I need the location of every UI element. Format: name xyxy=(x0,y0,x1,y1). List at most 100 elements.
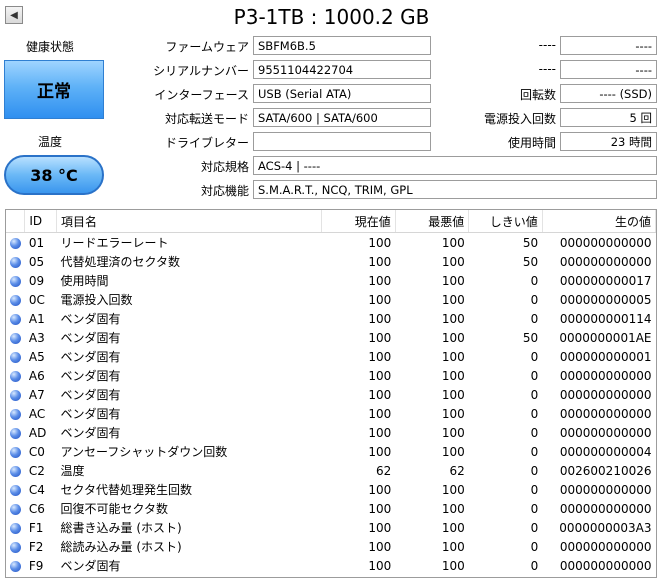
status-good-icon xyxy=(9,503,21,515)
power-hours-label: 使用時間 xyxy=(507,136,556,150)
threshold-cell: 0 xyxy=(530,501,539,516)
raw-cell: 000000000000 xyxy=(559,235,652,250)
id-cell: F1 xyxy=(28,520,44,535)
status-cell xyxy=(6,290,25,309)
status-cell xyxy=(6,423,25,442)
raw-cell: 000000000000 xyxy=(559,482,652,497)
status-good-icon xyxy=(9,294,21,306)
name-cell: ベンダ固有 xyxy=(60,388,121,402)
threshold-cell: 0 xyxy=(530,292,539,307)
table-row[interactable]: F9 ベンダ固有 100 100 0 000000000000 xyxy=(6,556,656,575)
name-cell: 総書き込み量 (ホスト) xyxy=(60,521,182,535)
raw-cell: 000000000000 xyxy=(559,501,652,516)
current-cell: 100 xyxy=(368,482,392,497)
status-good-icon xyxy=(9,256,21,268)
status-good-icon xyxy=(9,370,21,382)
id-cell: C6 xyxy=(28,501,45,516)
header-id[interactable]: ID xyxy=(24,210,57,233)
table-row[interactable]: A3 ベンダ固有 100 100 50 0000000001AE xyxy=(6,328,656,347)
name-cell: ベンダ固有 xyxy=(60,426,121,440)
raw-cell: 000000000005 xyxy=(559,292,652,307)
raw-cell: 000000000000 xyxy=(559,425,652,440)
threshold-cell: 0 xyxy=(530,539,539,554)
table-row[interactable]: C4 セクタ代替処理発生回数 100 100 0 000000000000 xyxy=(6,480,656,499)
status-cell xyxy=(6,309,25,328)
health-status-text: 正常 xyxy=(37,82,71,102)
table-row[interactable]: 09 使用時間 100 100 0 000000000017 xyxy=(6,271,656,290)
id-cell: F9 xyxy=(28,558,44,573)
status-good-icon xyxy=(9,408,21,420)
status-cell xyxy=(6,480,25,499)
raw-cell: 000000000001 xyxy=(559,349,652,364)
temperature-badge[interactable]: 38 °C xyxy=(4,155,104,195)
id-cell: C2 xyxy=(28,463,45,478)
worst-cell: 100 xyxy=(441,349,465,364)
table-row[interactable]: 01 リードエラーレート 100 100 50 000000000000 xyxy=(6,233,656,253)
table-row[interactable]: C2 温度 62 62 0 002600210026 xyxy=(6,461,656,480)
worst-cell: 100 xyxy=(441,482,465,497)
status-good-icon xyxy=(9,351,21,363)
smart-table-body: 01 リードエラーレート 100 100 50 000000000000 05 代替処理済のセ… xyxy=(6,233,656,576)
power-count-field: 5 回 xyxy=(560,108,657,127)
header-name[interactable]: 項目名 xyxy=(56,210,323,233)
table-row[interactable]: AD ベンダ固有 100 100 0 000000000000 xyxy=(6,423,656,442)
threshold-cell: 0 xyxy=(530,273,539,288)
table-row[interactable]: C6 回復不可能セクタ数 100 100 0 000000000000 xyxy=(6,499,656,518)
table-row[interactable]: C0 アンセーフシャットダウン回数 100 100 0 000000000004 xyxy=(6,442,656,461)
status-cell xyxy=(6,271,25,290)
transfer-mode-field: SATA/600 | SATA/600 xyxy=(253,108,431,127)
name-cell: セクタ代替処理発生回数 xyxy=(60,483,193,497)
worst-cell: 62 xyxy=(449,463,465,478)
id-cell: A3 xyxy=(28,330,45,345)
standard-field: ACS-4 | ---- xyxy=(253,156,657,175)
serial-label: シリアルナンバー xyxy=(153,64,249,78)
table-row[interactable]: 0C 電源投入回数 100 100 0 000000000005 xyxy=(6,290,656,309)
unused-field-2: ---- xyxy=(560,60,657,79)
unused-label-1: ---- xyxy=(538,38,556,52)
table-row[interactable]: AC ベンダ固有 100 100 0 000000000000 xyxy=(6,404,656,423)
table-row[interactable]: F2 総読み込み量 (ホスト) 100 100 0 000000000000 xyxy=(6,537,656,556)
raw-cell: 000000000114 xyxy=(559,311,652,326)
worst-cell: 100 xyxy=(441,235,465,250)
current-cell: 100 xyxy=(368,273,392,288)
table-row[interactable]: A5 ベンダ固有 100 100 0 000000000001 xyxy=(6,347,656,366)
header-status[interactable] xyxy=(6,210,26,233)
status-good-icon xyxy=(9,275,21,287)
status-cell xyxy=(6,499,25,518)
threshold-cell: 0 xyxy=(530,387,539,402)
current-cell: 100 xyxy=(368,444,392,459)
table-row[interactable]: F1 総書き込み量 (ホスト) 100 100 0 0000000003A3 xyxy=(6,518,656,537)
health-status-button[interactable]: 正常 xyxy=(4,60,104,119)
status-good-icon xyxy=(9,560,21,572)
table-row[interactable]: 05 代替処理済のセクタ数 100 100 50 000000000000 xyxy=(6,252,656,271)
table-row[interactable]: A6 ベンダ固有 100 100 0 000000000000 xyxy=(6,366,656,385)
status-cell xyxy=(6,442,25,461)
current-cell: 100 xyxy=(368,292,392,307)
worst-cell: 100 xyxy=(441,368,465,383)
worst-cell: 100 xyxy=(441,254,465,269)
rotation-label: 回転数 xyxy=(519,88,556,102)
header-worst[interactable]: 最悪値 xyxy=(395,210,470,233)
threshold-cell: 0 xyxy=(530,444,539,459)
raw-cell: 000000000000 xyxy=(559,387,652,402)
table-row[interactable]: A7 ベンダ固有 100 100 0 000000000000 xyxy=(6,385,656,404)
worst-cell: 100 xyxy=(441,558,465,573)
worst-cell: 100 xyxy=(441,425,465,440)
table-row[interactable]: A1 ベンダ固有 100 100 0 000000000114 xyxy=(6,309,656,328)
threshold-cell: 50 xyxy=(522,254,539,269)
header-current[interactable]: 現在値 xyxy=(321,210,396,233)
header-raw[interactable]: 生の値 xyxy=(542,210,656,233)
worst-cell: 100 xyxy=(441,387,465,402)
header-threshold[interactable]: しきい値 xyxy=(468,210,543,233)
smart-table-panel[interactable]: ID 項目名 現在値 最悪値 しきい値 生の値 01 リードエラーレート 100 10… xyxy=(5,209,657,578)
drive-letter-label: ドライブレター xyxy=(164,136,249,150)
worst-cell: 100 xyxy=(441,330,465,345)
name-cell: 総読み込み量 (ホスト) xyxy=(60,540,182,554)
name-cell: ベンダ固有 xyxy=(60,331,121,345)
status-good-icon xyxy=(9,427,21,439)
status-good-icon xyxy=(9,313,21,325)
threshold-cell: 0 xyxy=(530,558,539,573)
temperature-value: 38 °C xyxy=(30,165,78,185)
name-cell: 電源投入回数 xyxy=(60,293,133,307)
current-cell: 100 xyxy=(368,539,392,554)
